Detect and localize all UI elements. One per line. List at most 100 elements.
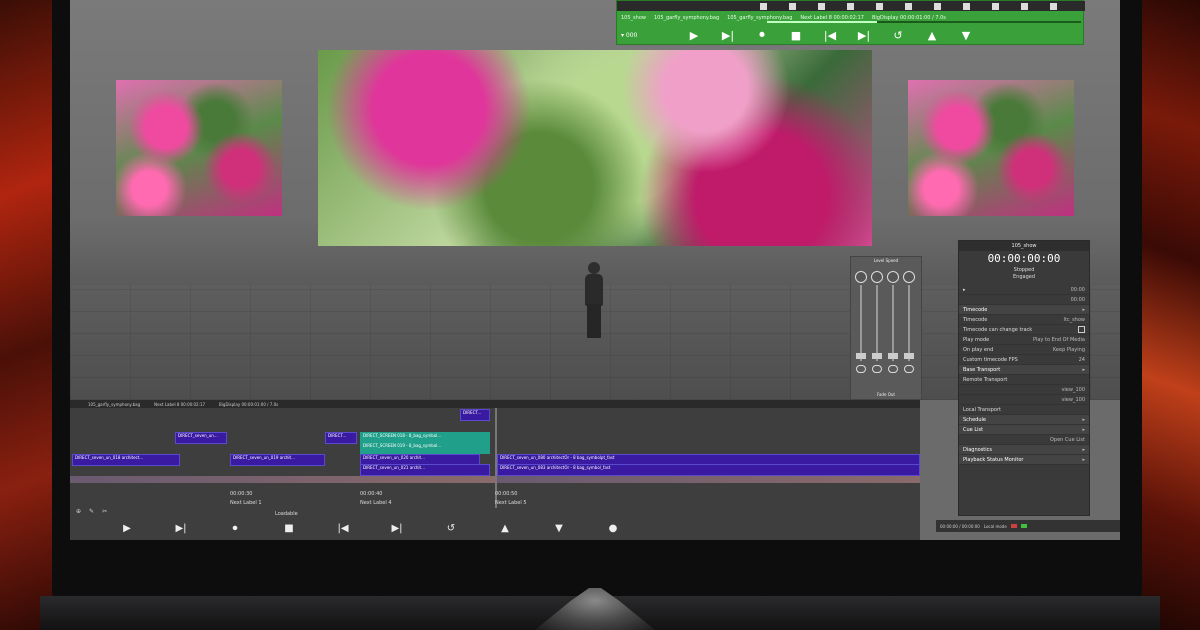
next-icon: ▶|: [721, 28, 735, 42]
tool-icon[interactable]: [1021, 2, 1028, 10]
inspector-row[interactable]: 00:00: [959, 295, 1089, 305]
inspector-row-value: ▸: [1082, 426, 1085, 433]
inspector-row[interactable]: Custom timecode FPS 24: [959, 355, 1089, 365]
timeline-clip[interactable]: DIRECT...: [460, 409, 490, 421]
inspector-row-value: 00:00: [1070, 286, 1085, 293]
timeline-controls: ▶ ▶| ⏺ ■ |◀ ▶| ↺ ▲ ▼ ●: [70, 518, 920, 538]
next-icon: ▶|: [175, 522, 187, 534]
tool-icon[interactable]: [992, 2, 999, 10]
timeline-clip[interactable]: DIRECT_seven_un_018 architect...: [72, 454, 180, 466]
screen-right[interactable]: [908, 80, 1074, 216]
fader[interactable]: [887, 271, 899, 375]
loop-button[interactable]: ↺: [881, 25, 915, 45]
timeline-clip[interactable]: DIRECT_SCREEN 019 - 8_bag_symbol...: [360, 442, 490, 454]
timeline-clip[interactable]: DIRECT...: [325, 432, 357, 444]
transport-controls: ▾ 000 ▶ ▶| ⏺ ■ |◀ ▶| ↺ ▲ ▼: [617, 25, 1085, 45]
inspector-section[interactable]: Timecode ▸: [959, 305, 1089, 315]
next-button[interactable]: ▶|: [154, 523, 208, 534]
skip-back-button[interactable]: |◀: [813, 25, 847, 45]
tool-icon[interactable]: [789, 2, 796, 10]
marker-name: Next Label 1: [230, 500, 262, 506]
inspector-row[interactable]: ▸ 00:00: [959, 285, 1089, 295]
play-button[interactable]: ▶: [677, 25, 711, 45]
tool-icon[interactable]: [934, 2, 941, 10]
timeline-waveform-right: [497, 476, 920, 483]
stop-button[interactable]: ■: [262, 523, 316, 534]
inspector-row[interactable]: view_100: [959, 395, 1089, 405]
fader[interactable]: [903, 271, 915, 375]
status-time: 00:00:00 / 00:00:00: [940, 523, 980, 529]
app-screen: 105_show 105_garfly_symphony.bag 105_gar…: [70, 0, 1120, 540]
dot-button[interactable]: ●: [586, 523, 640, 534]
marker-time[interactable]: 00:00:40: [360, 491, 382, 497]
stop-button[interactable]: ■: [779, 25, 813, 45]
inspector-row[interactable]: Timecode ltc_show: [959, 315, 1089, 325]
tool-icon[interactable]: [818, 2, 825, 10]
inspector-row-label: Playback Status Monitor: [963, 456, 1024, 463]
fader[interactable]: [871, 271, 883, 375]
timeline-clip[interactable]: DIRECT_seven_un_021 archit...: [360, 464, 490, 476]
skip-back-button[interactable]: |◀: [316, 523, 370, 534]
stop-icon: ■: [790, 28, 802, 42]
inspector-row[interactable]: Open Cue List: [959, 435, 1089, 445]
inspector-section[interactable]: Cue List ▸: [959, 425, 1089, 435]
inspector-row[interactable]: Local Transport: [959, 405, 1089, 415]
status-stopped: Stopped: [1013, 267, 1035, 273]
timeline-clip[interactable]: DIRECT_seven_un_019 archit...: [230, 454, 325, 466]
tool-icon[interactable]: [760, 2, 767, 10]
marker-time[interactable]: 00:00:50: [495, 491, 517, 497]
inspector-row-value: ▸: [1082, 366, 1085, 373]
inspector-section[interactable]: Diagnostics ▸: [959, 445, 1089, 455]
loop-icon: ↺: [446, 522, 456, 534]
skip-forward-button[interactable]: ▶|: [847, 25, 881, 45]
tool-icon[interactable]: [963, 2, 970, 10]
toggle-checkbox[interactable]: [1078, 326, 1085, 333]
inspector-row[interactable]: view_100: [959, 385, 1089, 395]
loop-button[interactable]: ↺: [424, 523, 478, 534]
tool-icon[interactable]: [847, 2, 854, 10]
tool-icon[interactable]: [876, 2, 883, 10]
screen-left-media: [116, 80, 282, 216]
down-button[interactable]: ▼: [949, 25, 983, 45]
record-icon: ⏺: [759, 28, 765, 41]
loop-icon: ↺: [893, 28, 903, 42]
inspector-row-label: Play mode: [963, 336, 990, 343]
down-button[interactable]: ▼: [532, 523, 586, 534]
up-button[interactable]: ▲: [915, 25, 949, 45]
inspector-row[interactable]: Play mode Play to End Of Media: [959, 335, 1089, 345]
fader[interactable]: [855, 271, 867, 375]
tool-icon[interactable]: [905, 2, 912, 10]
inspector-row-value: ▸: [1082, 446, 1085, 453]
marker-time[interactable]: 00:00:30: [230, 491, 252, 497]
record-button[interactable]: ⏺: [745, 25, 779, 45]
inspector-row-value: 24: [1078, 356, 1085, 363]
scissors-icon[interactable]: ✂: [102, 508, 107, 515]
timeline-clip[interactable]: DIRECT_seven_un...: [175, 432, 227, 444]
pencil-icon[interactable]: ✎: [89, 508, 94, 515]
timeline-clip[interactable]: DIRECT_seven_un_083 architectOr - 8 bag_…: [497, 464, 920, 476]
inspector-row[interactable]: On play end Keep Playing: [959, 345, 1089, 355]
transport-progress[interactable]: [767, 21, 1081, 23]
next-button[interactable]: ▶|: [711, 25, 745, 45]
inspector-row[interactable]: Timecode can change track: [959, 325, 1089, 335]
inspector-section[interactable]: Playback Status Monitor ▸: [959, 455, 1089, 465]
inspector-row-label: Cue List: [963, 426, 984, 433]
screen-center[interactable]: [318, 50, 872, 246]
skip-forward-button[interactable]: ▶|: [370, 523, 424, 534]
transport-bar-green: 105_show 105_garfly_symphony.bag 105_gar…: [616, 0, 1085, 45]
inspector-row-value: Keep Playing: [1052, 346, 1085, 353]
inspector-section[interactable]: Schedule ▸: [959, 415, 1089, 425]
inspector-row-label: Base Transport: [963, 366, 1001, 373]
inspector-row-label: Timecode can change track: [963, 326, 1033, 333]
inspector-row[interactable]: Remote Transport: [959, 375, 1089, 385]
record-button[interactable]: ⏺: [208, 523, 262, 534]
tool-icon[interactable]: [1050, 2, 1057, 10]
inspector-section[interactable]: Base Transport ▸: [959, 365, 1089, 375]
up-button[interactable]: ▲: [478, 523, 532, 534]
play-button[interactable]: ▶: [100, 523, 154, 534]
zoom-icon[interactable]: ⊕: [76, 508, 81, 515]
timecode-readout[interactable]: ▾ 000: [617, 32, 677, 39]
dot-icon: ●: [608, 522, 618, 534]
screen-left[interactable]: [116, 80, 282, 216]
inspector-row-value: Play to End Of Media: [1032, 336, 1085, 343]
